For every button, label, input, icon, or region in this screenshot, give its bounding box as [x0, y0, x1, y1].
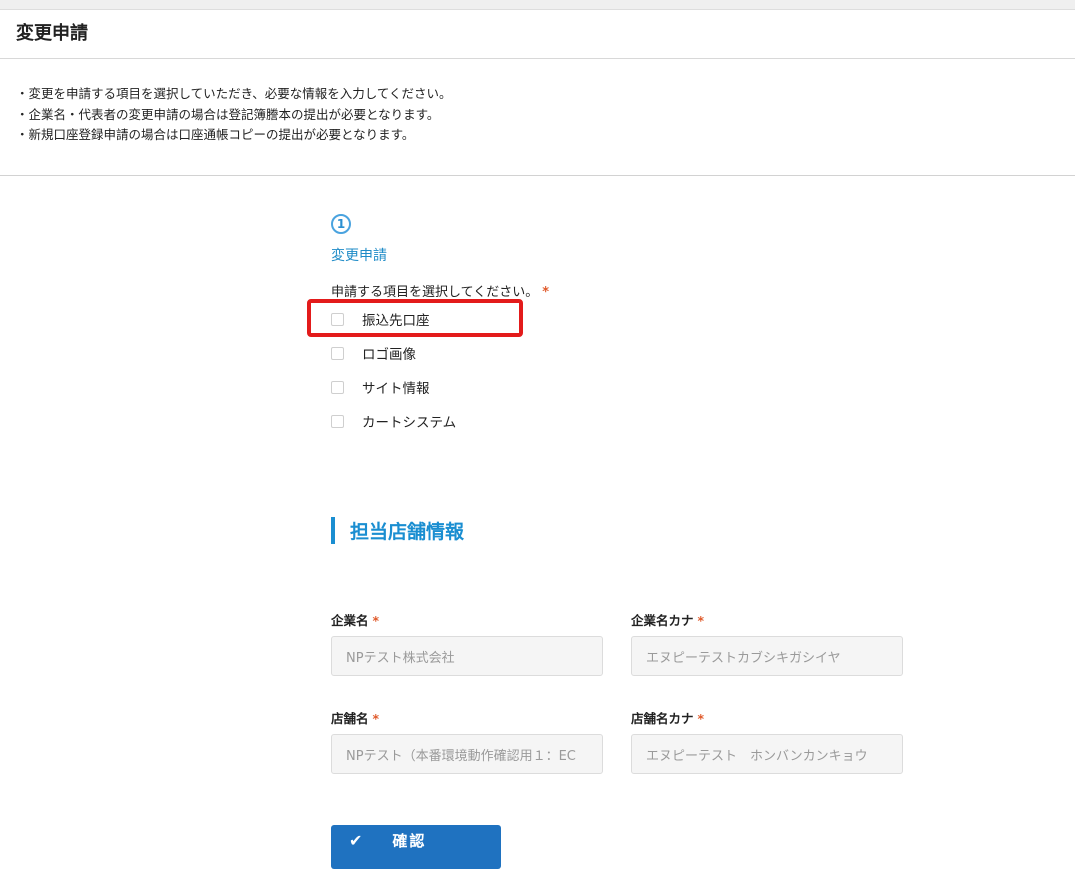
instruction-notes: ・変更を申請する項目を選択していただき、必要な情報を入力してください。 ・企業名…: [16, 84, 452, 146]
option-label: サイト情報: [362, 381, 430, 397]
page-title: 変更申請: [16, 23, 88, 44]
option-label: カートシステム: [362, 415, 457, 431]
required-mark: *: [542, 285, 550, 300]
note-line: ・変更を申請する項目を選択していただき、必要な情報を入力してください。: [16, 86, 452, 101]
field-label-text: 企業名カナ: [631, 613, 694, 628]
confirm-button-label: 確認: [392, 832, 427, 850]
required-mark: *: [372, 613, 380, 628]
company-kana-label: 企業名カナ *: [631, 612, 704, 630]
required-mark: *: [697, 711, 705, 726]
browser-top-strip: [0, 0, 1075, 10]
confirm-button[interactable]: ✔ 確認: [331, 825, 501, 869]
store-info-section-title: 担当店舗情報: [331, 517, 464, 544]
checkbox-logo-image[interactable]: [331, 346, 344, 360]
check-icon: ✔: [349, 831, 363, 850]
required-mark: *: [697, 613, 705, 628]
page-header: 変更申請: [0, 10, 1075, 59]
company-kana-input[interactable]: [631, 636, 903, 676]
option-cart-system[interactable]: カートシステム: [331, 410, 631, 432]
section-accent-bar: [331, 517, 335, 544]
company-name-input[interactable]: [331, 636, 603, 676]
section-title-text: 担当店舗情報: [350, 521, 465, 543]
highlight-annotation-box: [307, 299, 523, 337]
question-text: 申請する項目を選択してください。: [331, 285, 539, 300]
company-name-label: 企業名 *: [331, 612, 379, 630]
checkbox-cart-system[interactable]: [331, 414, 344, 428]
note-line: ・新規口座登録申請の場合は口座通帳コピーの提出が必要となります。: [16, 127, 415, 142]
field-label-text: 店舗名カナ: [631, 711, 694, 726]
field-label-text: 企業名: [331, 613, 369, 628]
field-label-text: 店舗名: [331, 711, 369, 726]
option-label: ロゴ画像: [362, 347, 416, 363]
section-divider: [0, 175, 1075, 176]
note-line: ・企業名・代表者の変更申請の場合は登記簿謄本の提出が必要となります。: [16, 106, 440, 122]
option-site-info[interactable]: サイト情報: [331, 376, 631, 398]
checkbox-site-info[interactable]: [331, 380, 344, 394]
store-kana-label: 店舗名カナ *: [631, 710, 704, 728]
store-kana-input[interactable]: [631, 734, 903, 774]
step-number-badge: 1: [331, 214, 351, 234]
required-mark: *: [372, 711, 380, 726]
option-logo-image[interactable]: ロゴ画像: [331, 342, 631, 364]
store-name-input[interactable]: [331, 734, 603, 774]
step-label: 変更申請: [331, 248, 387, 264]
store-name-label: 店舗名 *: [331, 710, 379, 728]
